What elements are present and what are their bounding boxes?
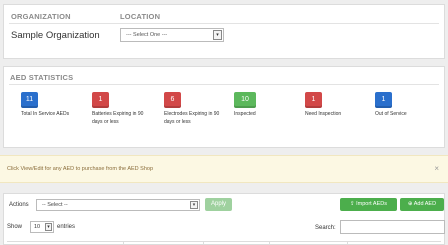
stat-label: Out of Service bbox=[375, 111, 407, 117]
chevron-down-icon: ▾ bbox=[213, 30, 222, 40]
stat-inspected[interactable]: 10 Inspected bbox=[234, 92, 296, 118]
add-aed-button[interactable]: ⊕ Add AED bbox=[400, 198, 444, 211]
search-label: Search: bbox=[315, 225, 336, 231]
entries-label: entries bbox=[57, 224, 76, 230]
aed-statistics-panel: AED STATISTICS 11 Total In Service AEDs … bbox=[3, 66, 445, 148]
show-label: Show bbox=[7, 224, 23, 230]
organization-panel: ORGANIZATION LOCATION Sample Organizatio… bbox=[3, 4, 445, 59]
search-input[interactable] bbox=[340, 220, 445, 234]
stat-count-badge: 1 bbox=[375, 92, 392, 108]
stat-count-badge: 1 bbox=[305, 92, 322, 108]
divider bbox=[9, 84, 439, 85]
location-select[interactable]: --- Select One --- ▾ bbox=[120, 28, 224, 42]
actions-select[interactable]: -- Select -- ▾ bbox=[36, 199, 200, 211]
actions-label: Actions bbox=[9, 202, 29, 208]
plus-circle-icon: ⊕ bbox=[407, 201, 413, 207]
stats-heading: AED STATISTICS bbox=[10, 73, 74, 82]
stat-label: Electrodes Expiring in 90 days or less bbox=[164, 111, 220, 125]
stat-batteries-expiring[interactable]: 1 Batteries Expiring in 90 days or less bbox=[92, 92, 154, 126]
close-icon[interactable]: × bbox=[434, 164, 439, 173]
import-aeds-button[interactable]: ⇪ Import AEDs bbox=[340, 198, 397, 211]
stat-count-badge: 11 bbox=[21, 92, 38, 108]
actions-select-value: -- Select -- bbox=[42, 202, 68, 208]
stat-count-badge: 6 bbox=[164, 92, 181, 108]
aed-table-panel: Actions -- Select -- ▾ Apply ⇪ Import AE… bbox=[3, 193, 445, 245]
location-heading: LOCATION bbox=[120, 12, 161, 21]
stat-in-service[interactable]: 11 Total In Service AEDs bbox=[21, 92, 83, 118]
stat-out-of-service[interactable]: 1 Out of Service bbox=[375, 92, 437, 118]
location-select-value: --- Select One --- bbox=[126, 32, 168, 38]
upload-icon: ⇪ bbox=[349, 201, 355, 207]
divider bbox=[9, 23, 439, 24]
shop-alert: Click View/Edit for any AED to purchase … bbox=[0, 155, 448, 183]
add-aed-label: Add AED bbox=[413, 201, 437, 207]
stat-count-badge: 10 bbox=[234, 92, 256, 108]
stat-count-badge: 1 bbox=[92, 92, 109, 108]
chevron-down-icon: ▾ bbox=[190, 201, 198, 209]
apply-button[interactable]: Apply bbox=[205, 198, 232, 211]
table-header-row bbox=[7, 241, 441, 245]
stat-need-inspection[interactable]: 1 Need Inspection bbox=[305, 92, 367, 118]
stat-label: Batteries Expiring in 90 days or less bbox=[92, 111, 144, 125]
stat-label: Need Inspection bbox=[305, 111, 342, 117]
stat-label: Inspected bbox=[234, 111, 256, 117]
import-aeds-label: Import AEDs bbox=[356, 201, 387, 207]
organization-heading: ORGANIZATION bbox=[11, 12, 71, 21]
page-length-value: 10 bbox=[34, 224, 41, 230]
chevron-down-icon: ▾ bbox=[45, 223, 52, 231]
stat-electrodes-expiring[interactable]: 6 Electrodes Expiring in 90 days or less bbox=[164, 92, 226, 126]
page-length-select[interactable]: 10 ▾ bbox=[30, 221, 54, 233]
stat-label: Total In Service AEDs bbox=[21, 111, 70, 117]
alert-text: Click View/Edit for any AED to purchase … bbox=[7, 166, 154, 172]
organization-name: Sample Organization bbox=[11, 30, 100, 41]
